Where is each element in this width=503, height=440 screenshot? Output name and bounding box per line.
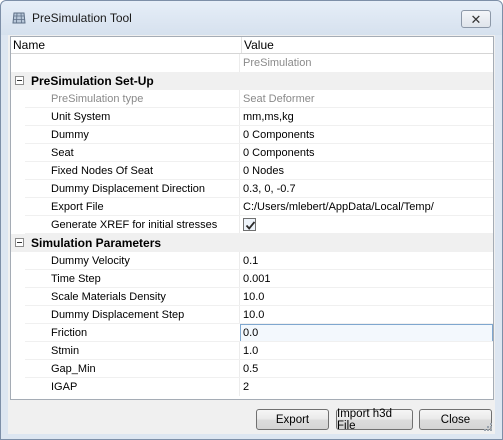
title-bar[interactable]: PreSimulation Tool ✕ bbox=[1, 1, 502, 35]
property-row[interactable]: Time Step 0.001 bbox=[11, 270, 493, 288]
selected-value-editor[interactable] bbox=[240, 324, 493, 342]
property-value[interactable]: 0.001 bbox=[243, 270, 271, 288]
property-name: Dummy Velocity bbox=[51, 255, 130, 267]
property-name: Dummy bbox=[51, 129, 89, 141]
property-name: IGAP bbox=[51, 381, 78, 393]
grid-tool-icon bbox=[12, 12, 26, 24]
property-row[interactable]: Scale Materials Density 10.0 bbox=[11, 288, 493, 306]
property-row[interactable]: PreSimulation type Seat Deformer bbox=[11, 90, 493, 108]
close-icon: ✕ bbox=[470, 11, 482, 27]
property-value[interactable]: C:/Users/mlebert/AppData/Local/Temp/ bbox=[243, 198, 434, 216]
client-area: Name Value PreSimulation PreSimulation S… bbox=[8, 35, 495, 434]
property-row[interactable]: Stmin 1.0 bbox=[11, 342, 493, 360]
section-presimulation-setup[interactable]: PreSimulation Set-Up bbox=[11, 72, 493, 90]
top-value-row: PreSimulation bbox=[11, 54, 493, 72]
property-name: Stmin bbox=[51, 345, 80, 357]
xref-checkbox[interactable] bbox=[243, 218, 256, 231]
property-value[interactable]: 2 bbox=[243, 378, 249, 396]
property-name: Seat bbox=[51, 147, 74, 159]
property-value[interactable]: 10.0 bbox=[243, 306, 264, 324]
property-row-selected[interactable]: Friction 0.0 bbox=[11, 324, 493, 342]
property-row[interactable]: Dummy Displacement Step 10.0 bbox=[11, 306, 493, 324]
property-value[interactable]: 0.1 bbox=[243, 252, 258, 270]
property-row[interactable]: Fixed Nodes Of Seat 0 Nodes bbox=[11, 162, 493, 180]
property-grid[interactable]: Name Value PreSimulation PreSimulation S… bbox=[10, 36, 494, 400]
resize-grip-icon[interactable] bbox=[483, 422, 493, 432]
section-label: PreSimulation Set-Up bbox=[31, 74, 154, 88]
property-row[interactable]: Dummy Velocity 0.1 bbox=[11, 252, 493, 270]
property-value[interactable]: 0.5 bbox=[243, 360, 258, 378]
property-name: Scale Materials Density bbox=[51, 291, 166, 303]
property-name: Gap_Min bbox=[51, 363, 96, 375]
property-row[interactable]: Generate XREF for initial stresses bbox=[11, 216, 493, 234]
top-value: PreSimulation bbox=[243, 57, 312, 69]
property-value[interactable]: 0.3, 0, -0.7 bbox=[243, 180, 296, 198]
property-name: Unit System bbox=[51, 111, 111, 123]
column-header-value[interactable]: Value bbox=[241, 37, 493, 53]
property-name: Dummy Displacement Direction bbox=[51, 183, 206, 195]
property-value[interactable]: 10.0 bbox=[243, 288, 264, 306]
section-label: Simulation Parameters bbox=[31, 236, 162, 250]
property-name: Fixed Nodes Of Seat bbox=[51, 165, 154, 177]
property-row[interactable]: Seat 0 Components bbox=[11, 144, 493, 162]
window-title: PreSimulation Tool bbox=[32, 11, 132, 25]
column-header-name[interactable]: Name bbox=[13, 37, 238, 53]
grid-header: Name Value bbox=[11, 37, 493, 54]
property-value[interactable]: 0 Components bbox=[243, 144, 315, 162]
property-name: Generate XREF for initial stresses bbox=[51, 219, 218, 231]
property-value: Seat Deformer bbox=[243, 93, 315, 105]
property-row[interactable]: Gap_Min 0.5 bbox=[11, 360, 493, 378]
close-button[interactable]: Close bbox=[419, 409, 492, 430]
collapse-icon[interactable] bbox=[15, 238, 24, 247]
import-h3d-file-button[interactable]: Import h3d File bbox=[336, 408, 413, 432]
property-value[interactable]: mm,ms,kg bbox=[243, 108, 294, 126]
property-name: PreSimulation type bbox=[51, 93, 144, 105]
property-row[interactable]: IGAP 2 bbox=[11, 378, 493, 396]
collapse-icon[interactable] bbox=[15, 76, 24, 85]
property-value[interactable]: 0 Nodes bbox=[243, 162, 284, 180]
section-simulation-parameters[interactable]: Simulation Parameters bbox=[11, 234, 493, 252]
property-value[interactable]: 1.0 bbox=[243, 342, 258, 360]
window-close-button[interactable]: ✕ bbox=[461, 10, 491, 28]
property-value[interactable]: 0.0 bbox=[243, 324, 258, 342]
property-row[interactable]: Dummy Displacement Direction 0.3, 0, -0.… bbox=[11, 180, 493, 198]
property-row[interactable]: Unit System mm,ms,kg bbox=[11, 108, 493, 126]
checkmark-icon bbox=[245, 221, 256, 230]
property-name: Time Step bbox=[51, 273, 101, 285]
property-name: Friction bbox=[51, 327, 88, 339]
property-row[interactable]: Dummy 0 Components bbox=[11, 126, 493, 144]
export-button[interactable]: Export bbox=[256, 409, 329, 430]
property-name: Export File bbox=[51, 201, 104, 213]
property-value[interactable]: 0 Components bbox=[243, 126, 315, 144]
property-name: Dummy Displacement Step bbox=[51, 309, 185, 321]
presimulation-window: PreSimulation Tool ✕ Name Value PreSimul… bbox=[0, 0, 503, 440]
property-row[interactable]: Export File C:/Users/mlebert/AppData/Loc… bbox=[11, 198, 493, 216]
